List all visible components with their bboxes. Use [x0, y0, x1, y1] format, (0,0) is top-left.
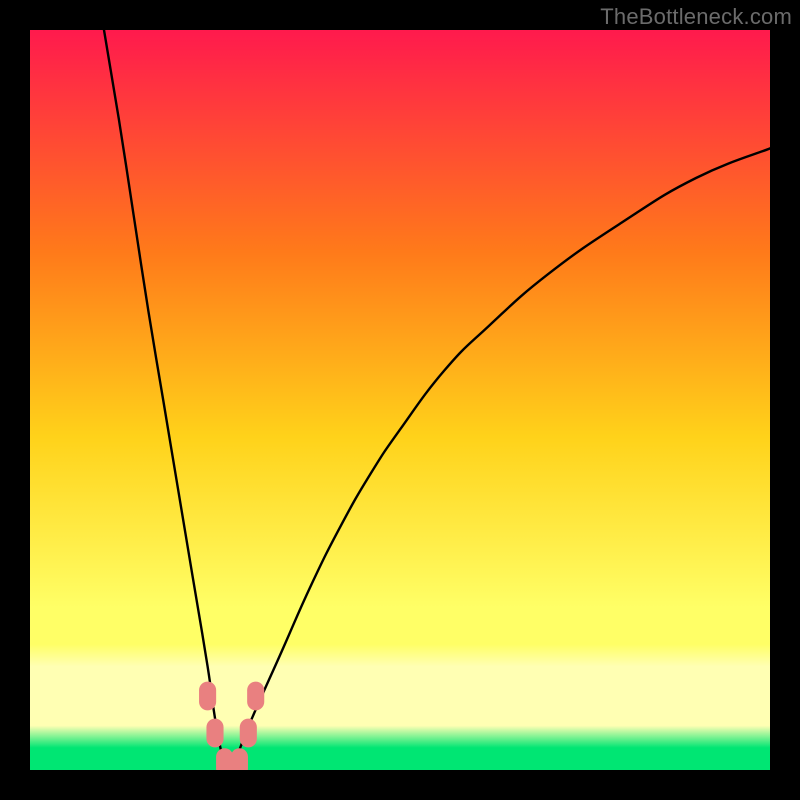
marker-bottom-left	[216, 748, 233, 770]
plot-area	[30, 30, 770, 770]
curve-layer	[30, 30, 770, 770]
marker-right-lower	[240, 719, 257, 748]
marker-right-upper	[247, 682, 264, 711]
marker-bottom-right	[231, 748, 248, 770]
marker-left-upper	[199, 682, 216, 711]
chart-stage: TheBottleneck.com	[0, 0, 800, 800]
watermark-text: TheBottleneck.com	[600, 4, 792, 30]
bottleneck-curve	[104, 30, 770, 770]
marker-left-lower	[206, 719, 223, 748]
marker-group	[199, 682, 264, 770]
